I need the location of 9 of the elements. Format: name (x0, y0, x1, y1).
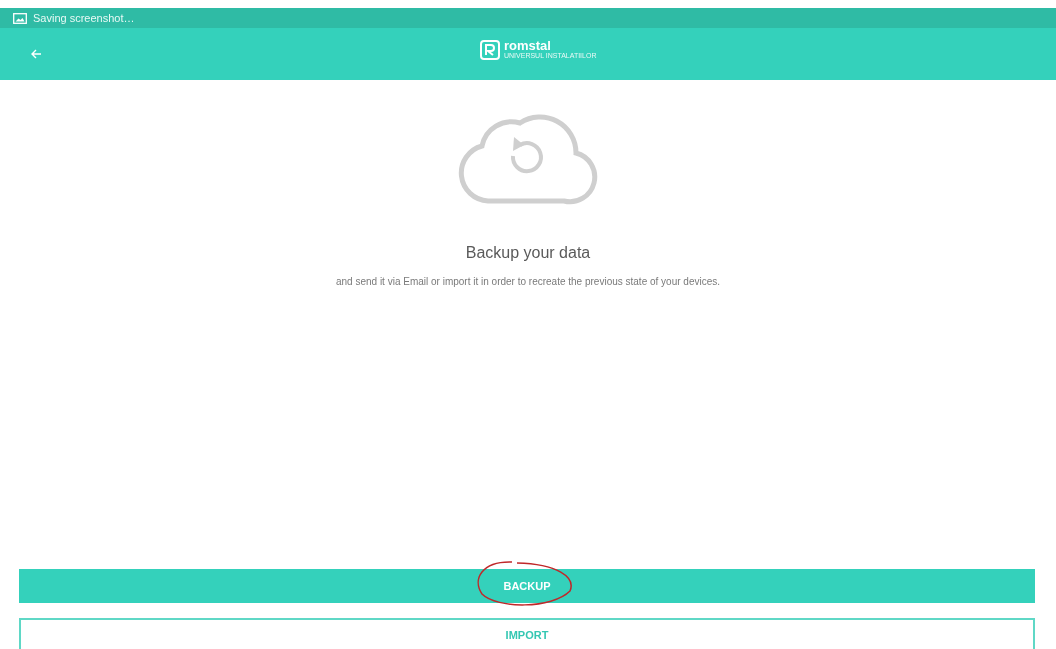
image-icon (13, 12, 27, 24)
title: Backup your data (465, 244, 591, 262)
description: and send it via Email or import it in order to recreate the previous state of your devices. (335, 276, 721, 287)
status-text: Saving screenshot… (33, 12, 135, 24)
backup-button[interactable]: BACKUP (19, 569, 1035, 603)
logo-icon (480, 40, 500, 60)
back-button[interactable] (30, 48, 42, 60)
import-button[interactable]: IMPORT (19, 618, 1035, 649)
logo-name: romstal (504, 40, 552, 52)
